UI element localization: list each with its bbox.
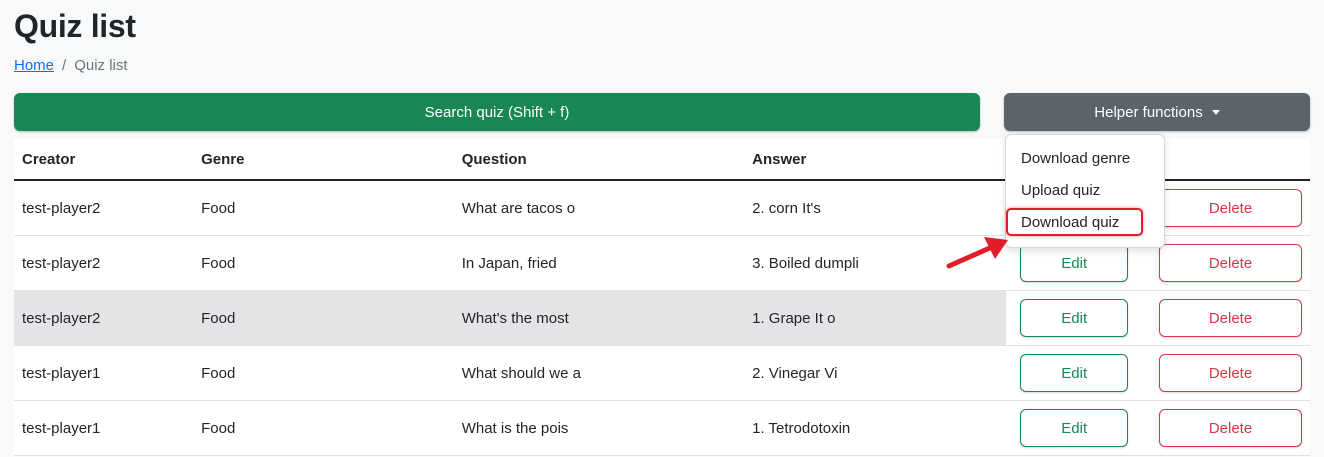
cell-question: What is the pois — [453, 400, 745, 456]
breadcrumb-home-link[interactable]: Home — [14, 56, 54, 76]
helper-functions-button[interactable]: Helper functions — [1004, 93, 1310, 131]
header-genre: Genre — [193, 139, 454, 181]
cell-genre: Food — [193, 180, 454, 236]
cell-genre: Food — [193, 235, 454, 291]
cell-creator: test-player2 — [14, 235, 194, 291]
table-row-hovered: test-player2 Food What's the most 1. Gra… — [14, 290, 1310, 346]
cell-creator: test-player2 — [14, 180, 194, 236]
delete-button[interactable]: Delete — [1159, 299, 1302, 337]
breadcrumb-current: Quiz list — [74, 57, 128, 74]
cell-genre: Food — [193, 400, 454, 456]
breadcrumb: Home / Quiz list — [14, 56, 128, 76]
cell-answer: 1. Grape It o — [744, 290, 1007, 346]
cell-answer: 2. Vinegar Vi — [744, 345, 1007, 401]
table-row: test-player1 Food What is the pois 1. Te… — [14, 400, 1310, 456]
cell-genre: Food — [193, 290, 454, 346]
dropdown-item-download-quiz[interactable]: Download quiz — [1021, 214, 1119, 231]
cell-question: What's the most — [453, 290, 745, 346]
edit-button[interactable]: Edit — [1020, 299, 1129, 337]
cell-edit: Edit — [1006, 290, 1137, 346]
delete-button[interactable]: Delete — [1159, 409, 1302, 447]
cell-answer: 1. Tetrodotoxin — [744, 400, 1007, 456]
page: Quiz list Home / Quiz list Search quiz (… — [0, 0, 1324, 457]
cell-creator: test-player2 — [14, 290, 194, 346]
table-row: test-player1 Food What should we a 2. Vi… — [14, 345, 1310, 401]
helper-functions-dropdown: Download genre Upload quiz Download quiz — [1005, 134, 1165, 248]
cell-edit: Edit — [1006, 400, 1137, 456]
delete-button[interactable]: Delete — [1159, 189, 1302, 227]
cell-creator: test-player1 — [14, 345, 194, 401]
cell-question: What should we a — [453, 345, 745, 401]
header-creator: Creator — [14, 139, 194, 181]
cell-delete: Delete — [1136, 345, 1310, 401]
caret-down-icon — [1211, 110, 1220, 115]
search-quiz-button[interactable]: Search quiz (Shift + f) — [14, 93, 980, 131]
cell-question: In Japan, fried — [453, 235, 745, 291]
helper-functions-label: Helper functions — [1094, 103, 1203, 121]
breadcrumb-separator: / — [62, 57, 67, 74]
dropdown-item-upload-quiz[interactable]: Upload quiz — [1021, 182, 1100, 199]
cell-edit: Edit — [1006, 345, 1137, 401]
cell-answer: 2. corn It's — [744, 180, 1007, 236]
cell-creator: test-player1 — [14, 400, 194, 456]
dropdown-item-download-genre[interactable]: Download genre — [1021, 150, 1130, 167]
header-question: Question — [453, 139, 745, 181]
edit-button[interactable]: Edit — [1020, 354, 1129, 392]
cell-delete: Delete — [1136, 400, 1310, 456]
cell-delete: Delete — [1136, 290, 1310, 346]
edit-button[interactable]: Edit — [1020, 409, 1129, 447]
arrow-icon — [946, 237, 1008, 269]
delete-button[interactable]: Delete — [1159, 354, 1302, 392]
edit-button[interactable]: Edit — [1020, 244, 1129, 282]
header-answer: Answer — [744, 139, 1007, 181]
page-title: Quiz list — [14, 8, 136, 44]
delete-button[interactable]: Delete — [1159, 244, 1302, 282]
cell-genre: Food — [193, 345, 454, 401]
cell-question: What are tacos o — [453, 180, 745, 236]
